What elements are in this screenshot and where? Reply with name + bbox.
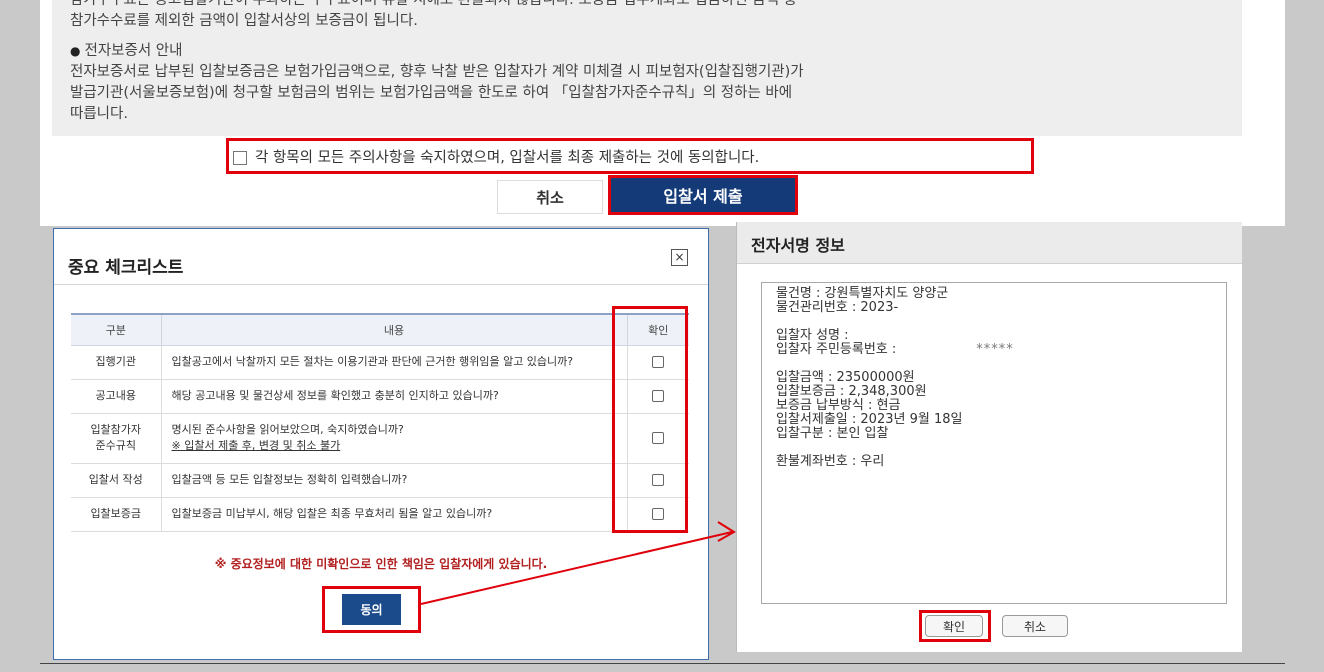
row-category: 집행기관 (71, 345, 162, 380)
bid-amount: 입찰금액 : 23500000원 (776, 370, 915, 385)
item-name: 물건명 : 강원특별자치도 양양군 (776, 286, 949, 301)
cancel-button[interactable]: 취소 (497, 180, 603, 214)
ok-button[interactable]: 확인 (925, 615, 983, 637)
bidder-id: 입찰자 주민등록번호 : (776, 342, 897, 357)
sig-title: 전자서명 정보 (751, 236, 845, 255)
final-agreement-row[interactable]: 각 항목의 모든 주의사항을 숙지하였으며, 입찰서를 최종 제출하는 것에 동… (226, 138, 1034, 174)
agree-button[interactable]: 동의 (342, 594, 401, 625)
modal-title: 중요 체크리스트 (68, 258, 184, 278)
notice-line: 참가수수료를 제외한 금액이 입찰서상의 보증금이 됩니다. (70, 13, 418, 29)
notice-section-title: ● 전자보증서 안내 (70, 41, 1224, 62)
table-header-row: 구분 내용 확인 (71, 313, 689, 346)
item-number: 물건관리번호 : 2023- (776, 300, 899, 315)
e-signature-panel: 전자서명 정보 물건명 : 강원특별자치도 양양군 물건관리번호 : 2023-… (736, 222, 1242, 652)
header-content: 내용 (161, 313, 628, 346)
no-change-note-link[interactable]: ※ 입찰서 제출 후, 변경 및 취소 불가 (172, 438, 627, 454)
signature-info-box: 물건명 : 강원특별자치도 양양군 물건관리번호 : 2023- 입찰자 성명 … (761, 282, 1227, 604)
notice-line: 따릅니다. (70, 106, 128, 122)
row-content: 해당 공고내용 및 물건상세 정보를 확인했고 충분히 인지하고 있습니까? (161, 379, 628, 414)
row-category: 공고내용 (71, 379, 162, 414)
submit-bid-label: 입찰서 제출 (663, 187, 743, 206)
bullet-icon: ● (70, 44, 81, 58)
row-content: 입찰금액 등 모든 입찰정보는 정확히 입력했습니까? (161, 463, 628, 498)
agree-button-highlight: 동의 (322, 586, 421, 633)
arrow-head (717, 521, 736, 542)
section-title-text: 전자보증서 안내 (84, 43, 183, 59)
submit-bid-button[interactable]: 입찰서 제출 (608, 175, 798, 215)
bid-type: 입찰구분 : 본인 입찰 (776, 426, 889, 441)
row-category: 입찰보증금 (71, 497, 162, 532)
responsibility-warning: ※ 중요정보에 대한 미확인으로 인한 책임은 입찰자에게 있습니다. (214, 557, 548, 571)
row-content: 입찰공고에서 낙찰까지 모든 절차는 이용기관과 판단에 근거한 행위임을 알고… (161, 345, 628, 380)
confirm-column-highlight (612, 306, 688, 533)
bidder-id-masked: ***** (976, 342, 1014, 357)
deposit-amount: 입찰보증금 : 2,348,300원 (776, 384, 927, 399)
row-category: 입찰참가자 준수규칙 (71, 413, 162, 464)
bidder-name: 입찰자 성명 : (776, 328, 849, 343)
deposit-method: 보증금 납부방식 : 현금 (776, 398, 901, 413)
notice-box: 참가수수료는 공고입찰기관이 부과하는 수수료이며 유찰 시에도 환불되지 않습… (52, 0, 1242, 136)
notice-line: 전자보증서로 납부된 입찰보증금은 보험가입금액으로, 향후 낙찰 받은 입찰자… (70, 64, 804, 80)
header-category: 구분 (71, 313, 162, 346)
row-category: 입찰서 작성 (71, 463, 162, 498)
sig-buttons: 확인 취소 (737, 610, 1242, 644)
bottom-divider (40, 663, 1285, 664)
notice-line: 발급기관(서울보증보험)에 청구할 보험금의 범위는 보험가입금액을 한도로 하… (70, 85, 793, 101)
notice-line: 참가수수료는 공고입찰기관이 부과하는 수수료이며 유찰 시에도 환불되지 않습… (70, 0, 797, 8)
row-content-text: 명시된 준수사항을 읽어보았으며, 숙지하였습니까? (171, 423, 404, 436)
agreement-label: 각 항목의 모든 주의사항을 숙지하였으며, 입찰서를 최종 제출하는 것에 동… (255, 149, 760, 166)
checklist-table: 구분 내용 확인 집행기관 입찰공고에서 낙찰까지 모든 절차는 이용기관과 판… (71, 313, 689, 532)
table-row: 공고내용 해당 공고내용 및 물건상세 정보를 확인했고 충분히 인지하고 있습… (71, 379, 689, 414)
submit-date: 입찰서제출일 : 2023년 9월 18일 (776, 412, 963, 427)
row-content: 입찰보증금 미납부시, 해당 입찰은 최종 무효처리 됨을 알고 있습니까? (161, 497, 628, 532)
agreement-checkbox[interactable] (233, 150, 247, 165)
close-icon[interactable]: × (671, 249, 688, 266)
table-row: 입찰보증금 입찰보증금 미납부시, 해당 입찰은 최종 무효처리 됨을 알고 있… (71, 497, 689, 532)
row-content: 명시된 준수사항을 읽어보았으며, 숙지하였습니까? ※ 입찰서 제출 후, 변… (161, 413, 628, 464)
sig-header: 전자서명 정보 (737, 222, 1242, 264)
sig-cancel-button[interactable]: 취소 (1002, 615, 1068, 637)
table-row: 입찰참가자 준수규칙 명시된 준수사항을 읽어보았으며, 숙지하였습니까? ※ 입… (71, 413, 689, 464)
table-row: 집행기관 입찰공고에서 낙찰까지 모든 절차는 이용기관과 판단에 근거한 행위… (71, 345, 689, 380)
bidder-id-row: 입찰자 주민등록번호 : ***** (776, 343, 1212, 357)
divider (54, 284, 708, 285)
refund-account: 환불계좌번호 : 우리 (776, 454, 885, 469)
table-row: 입찰서 작성 입찰금액 등 모든 입찰정보는 정확히 입력했습니까? (71, 463, 689, 498)
